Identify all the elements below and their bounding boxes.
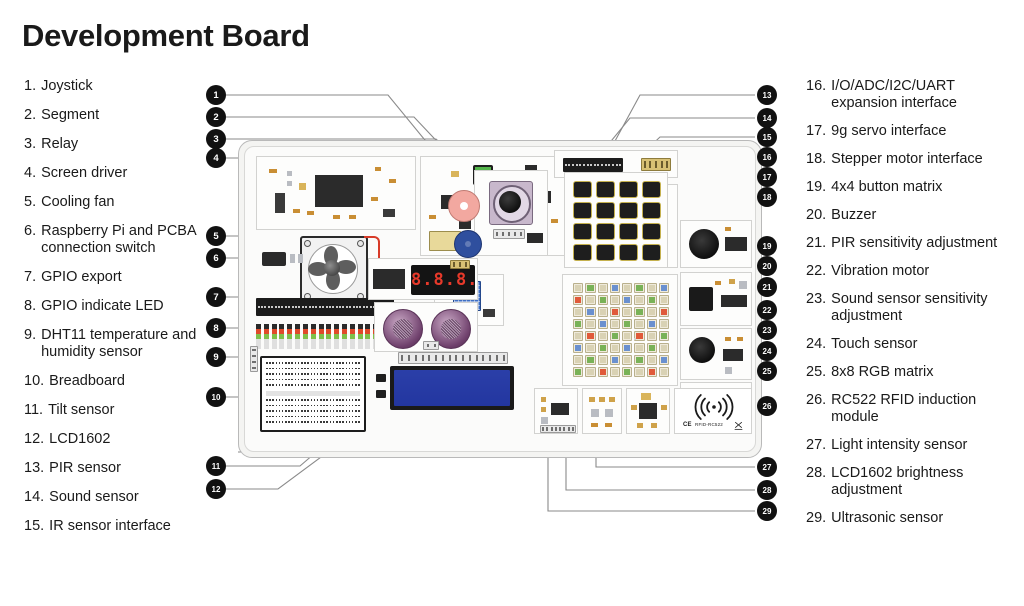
lcd-contrast-adjust[interactable] [376, 390, 386, 398]
breadboard-grid-top [266, 362, 360, 388]
callout-27[interactable]: 27 [757, 457, 777, 477]
pir-sensitivity-module [680, 272, 752, 326]
matrix-button[interactable] [642, 244, 661, 261]
sensor-module-c [626, 388, 670, 434]
callout-8[interactable]: 8 [206, 318, 226, 338]
callout-21[interactable]: 21 [757, 277, 777, 297]
development-board-image: 8.8.8.8. [238, 140, 762, 458]
callout-24[interactable]: 24 [757, 341, 777, 361]
callout-14[interactable]: 14 [757, 108, 777, 128]
button-matrix-4x4[interactable] [573, 181, 661, 261]
matrix-button[interactable] [619, 223, 638, 240]
rfid-part-label: RFID-RC522 [695, 422, 724, 427]
pcba-connection-switch [262, 252, 286, 266]
joystick-module [474, 170, 548, 256]
callout-2[interactable]: 2 [206, 107, 226, 127]
callout-17[interactable]: 17 [757, 167, 777, 187]
callout-15[interactable]: 15 [757, 127, 777, 147]
matrix-button[interactable] [642, 181, 661, 198]
cooling-fan [300, 236, 368, 304]
segment-value: 8.8.8.8. [411, 270, 478, 290]
callout-9[interactable]: 9 [206, 347, 226, 367]
ir-sensor-interface [450, 260, 470, 269]
callout-18[interactable]: 18 [757, 187, 777, 207]
light-intensity-module [534, 388, 578, 434]
sound-sensor [454, 230, 482, 258]
callout-19[interactable]: 19 [757, 236, 777, 256]
seven-segment-display: 8.8.8.8. [411, 265, 478, 295]
callout-5[interactable]: 5 [206, 226, 226, 246]
matrix-button[interactable] [619, 202, 638, 219]
breadboard [260, 356, 366, 432]
matrix-button[interactable] [619, 244, 638, 261]
rfid-support-pcb [634, 338, 636, 340]
lcd1602-display [390, 366, 514, 410]
vibration-motor-module [680, 328, 752, 380]
buzzer-module [680, 220, 752, 268]
callout-16[interactable]: 16 [757, 147, 777, 167]
buzzer [689, 229, 719, 259]
callout-28[interactable]: 28 [757, 480, 777, 500]
callout-26[interactable]: 26 [757, 396, 777, 416]
rgb-matrix-8x8 [573, 283, 669, 377]
callout-4[interactable]: 4 [206, 148, 226, 168]
callout-3[interactable]: 3 [206, 129, 226, 149]
rfid-wave-icon [694, 394, 734, 420]
matrix-button[interactable] [642, 223, 661, 240]
io-expansion-header [563, 158, 623, 172]
button-matrix-module [564, 172, 668, 268]
matrix-button[interactable] [573, 244, 592, 261]
callout-12[interactable]: 12 [206, 479, 226, 499]
matrix-button[interactable] [642, 202, 661, 219]
vibration-motor [689, 337, 715, 363]
callout-7[interactable]: 7 [206, 287, 226, 307]
weee-icon [734, 421, 743, 430]
callout-22[interactable]: 22 [757, 300, 777, 320]
callout-29[interactable]: 29 [757, 501, 777, 521]
callout-20[interactable]: 20 [757, 256, 777, 276]
matrix-button[interactable] [573, 223, 592, 240]
callout-1[interactable]: 1 [206, 85, 226, 105]
rc522-rfid-module: CE RFID-RC522 [674, 388, 752, 434]
screen-driver-module [256, 156, 416, 230]
matrix-button[interactable] [596, 202, 615, 219]
ultrasonic-connector [250, 346, 258, 372]
callout-10[interactable]: 10 [206, 387, 226, 407]
callout-13[interactable]: 13 [757, 85, 777, 105]
lcd-pin-header [398, 352, 508, 364]
matrix-button[interactable] [573, 202, 592, 219]
callout-23[interactable]: 23 [757, 320, 777, 340]
ultrasonic-sensor-module [374, 302, 478, 352]
callout-6[interactable]: 6 [206, 248, 226, 268]
breadboard-center-channel [266, 391, 360, 396]
sensor-module-b [582, 388, 622, 434]
callout-25[interactable]: 25 [757, 361, 777, 381]
matrix-button[interactable] [596, 181, 615, 198]
matrix-button[interactable] [596, 244, 615, 261]
lcd-brightness-adjust[interactable] [376, 374, 386, 382]
matrix-button[interactable] [596, 223, 615, 240]
callout-11[interactable]: 11 [206, 456, 226, 476]
breadboard-grid-bottom [266, 399, 360, 425]
rfid-ce-mark: CE [683, 422, 692, 428]
rgb-matrix-module [562, 274, 678, 386]
lcd-screen [394, 370, 510, 406]
matrix-button[interactable] [619, 181, 638, 198]
pir-sensor [448, 190, 480, 222]
servo-interface-header [641, 158, 671, 171]
matrix-button[interactable] [573, 181, 592, 198]
